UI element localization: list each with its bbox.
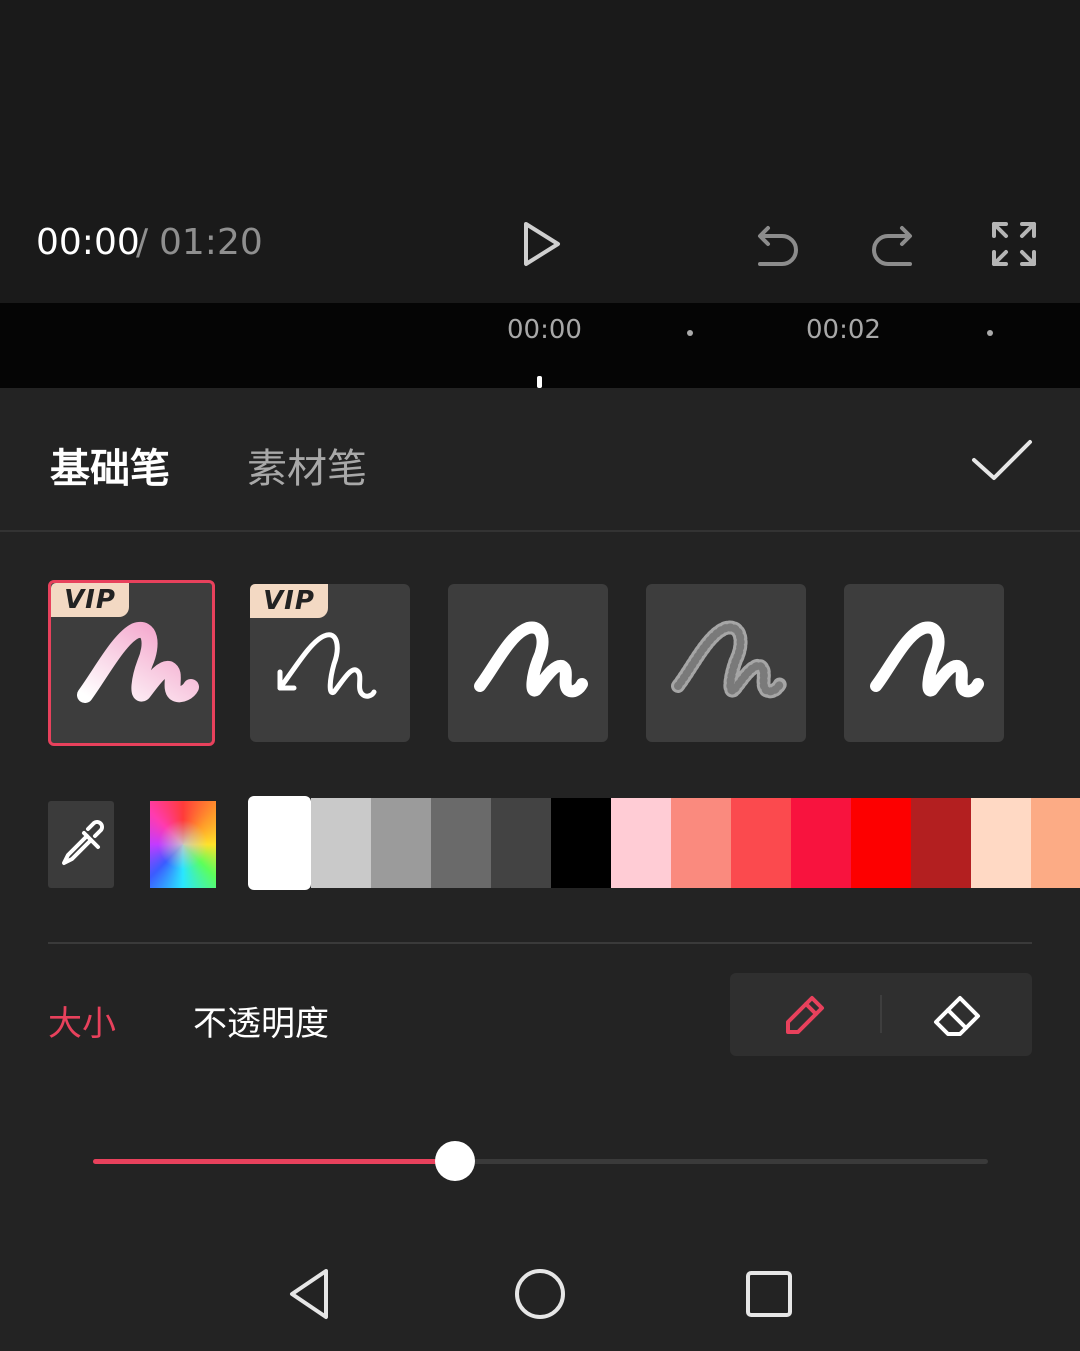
current-time: 00:00 bbox=[36, 222, 140, 263]
color-swatch[interactable] bbox=[491, 798, 551, 888]
color-swatch[interactable] bbox=[971, 798, 1031, 888]
brush-plain[interactable] bbox=[844, 584, 1004, 742]
pen-icon bbox=[786, 995, 824, 1034]
divider bbox=[0, 530, 1080, 532]
brush-glitter[interactable] bbox=[646, 584, 806, 742]
brush-solid[interactable] bbox=[448, 584, 608, 742]
brush-arrow[interactable]: VIP bbox=[250, 584, 410, 742]
size-slider-fill bbox=[93, 1159, 455, 1164]
check-icon bbox=[972, 440, 1032, 480]
timeline-tick bbox=[987, 330, 993, 336]
color-swatch[interactable] bbox=[1031, 798, 1080, 888]
color-swatch[interactable] bbox=[611, 798, 671, 888]
time-separator: / bbox=[136, 222, 149, 263]
tab-material-brush[interactable]: 素材笔 bbox=[247, 436, 367, 494]
nav-back-button[interactable] bbox=[275, 1262, 345, 1326]
undo-icon bbox=[758, 226, 798, 266]
color-swatch[interactable] bbox=[851, 798, 911, 888]
nav-home-button[interactable] bbox=[505, 1262, 575, 1326]
fullscreen-button[interactable] bbox=[986, 218, 1042, 270]
timeline-tick bbox=[687, 330, 693, 336]
brush-gradient-icon bbox=[77, 622, 199, 703]
redo-button[interactable] bbox=[866, 218, 922, 270]
nav-recents-icon bbox=[746, 1271, 792, 1317]
redo-icon bbox=[872, 226, 912, 266]
brush-solid-icon bbox=[474, 621, 588, 698]
eyedropper-icon bbox=[62, 820, 104, 865]
param-opacity[interactable]: 不透明度 bbox=[193, 996, 329, 1045]
timeline-label: 00:02 bbox=[806, 315, 881, 345]
brush-gradient-pink[interactable]: VIP bbox=[48, 580, 215, 746]
pen-tool-button[interactable] bbox=[730, 973, 880, 1056]
color-swatch[interactable] bbox=[371, 798, 431, 888]
color-swatch[interactable] bbox=[248, 796, 311, 890]
timeline-label: 00:00 bbox=[507, 315, 582, 345]
nav-recents-button[interactable] bbox=[734, 1262, 804, 1326]
tool-toggle bbox=[730, 973, 1032, 1056]
brush-arrow-icon bbox=[277, 632, 377, 699]
nav-home-icon bbox=[515, 1269, 565, 1319]
size-slider-track[interactable] bbox=[93, 1159, 988, 1164]
color-swatch[interactable] bbox=[671, 798, 731, 888]
eraser-tool-button[interactable] bbox=[882, 973, 1032, 1056]
undo-button[interactable] bbox=[748, 218, 804, 270]
param-size[interactable]: 大小 bbox=[48, 996, 116, 1045]
nav-back-icon bbox=[290, 1269, 328, 1319]
tab-basic-brush[interactable]: 基础笔 bbox=[50, 436, 170, 494]
fullscreen-icon bbox=[992, 222, 1036, 266]
brush-glitter-icon bbox=[671, 620, 787, 699]
eraser-icon bbox=[934, 995, 980, 1036]
eyedropper-button[interactable] bbox=[48, 801, 114, 888]
play-button[interactable] bbox=[512, 218, 572, 270]
color-swatch[interactable] bbox=[791, 798, 851, 888]
confirm-button[interactable] bbox=[968, 432, 1036, 488]
color-swatch[interactable] bbox=[311, 798, 371, 888]
custom-color-button[interactable] bbox=[150, 801, 216, 888]
size-slider-handle[interactable] bbox=[435, 1141, 475, 1181]
color-swatches bbox=[248, 796, 1080, 890]
brush-plain-icon bbox=[870, 621, 984, 698]
color-swatch[interactable] bbox=[431, 798, 491, 888]
play-icon bbox=[524, 222, 560, 266]
color-swatch[interactable] bbox=[911, 798, 971, 888]
color-swatch[interactable] bbox=[731, 798, 791, 888]
total-time: 01:20 bbox=[159, 222, 263, 263]
playhead[interactable] bbox=[537, 376, 542, 388]
color-swatch[interactable] bbox=[551, 798, 611, 888]
divider bbox=[48, 942, 1032, 944]
